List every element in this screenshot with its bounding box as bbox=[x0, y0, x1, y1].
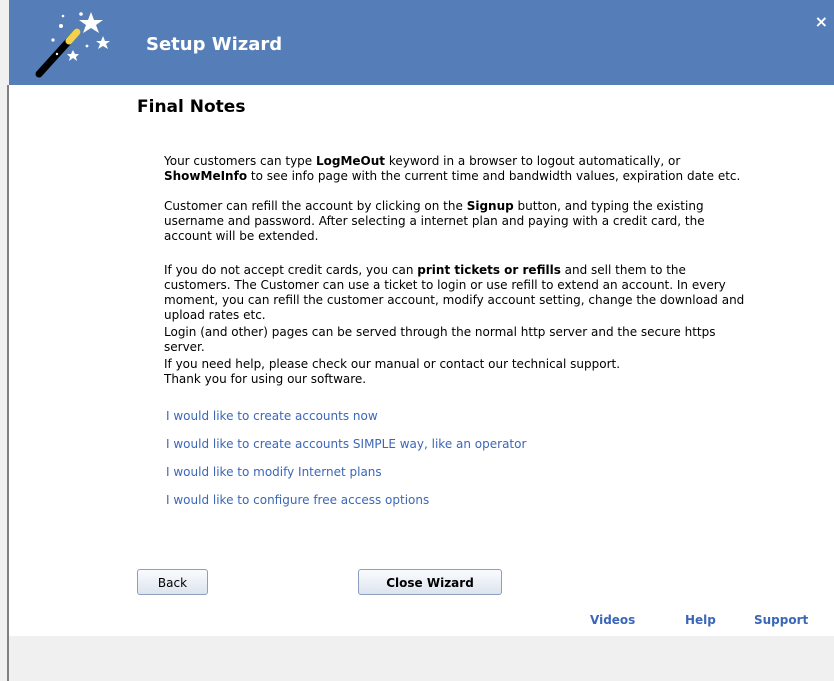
link-modify-internet-plans[interactable]: I would like to modify Internet plans bbox=[166, 465, 382, 479]
footer-strip bbox=[9, 636, 834, 681]
back-button[interactable]: Back bbox=[137, 569, 208, 595]
page-title: Final Notes bbox=[137, 97, 246, 117]
wizard-content: Final Notes Your customers can type LogM… bbox=[9, 85, 834, 636]
link-configure-free-access[interactable]: I would like to configure free access op… bbox=[166, 493, 429, 507]
p2-text-1: Customer can refill the account by click… bbox=[164, 199, 467, 213]
magic-wand-icon bbox=[35, 12, 110, 78]
wizard-header: Setup Wizard × bbox=[9, 0, 834, 85]
support-link[interactable]: Support bbox=[754, 613, 808, 627]
print-tickets-keyword: print tickets or refills bbox=[417, 263, 561, 277]
wizard-title: Setup Wizard bbox=[146, 34, 283, 55]
p1-text-3: to see info page with the current time a… bbox=[247, 169, 741, 183]
close-wizard-button[interactable]: Close Wizard bbox=[358, 569, 502, 595]
https-info-paragraph: Login (and other) pages can be served th… bbox=[164, 325, 716, 354]
help-link[interactable]: Help bbox=[685, 613, 716, 627]
logmeout-keyword: LogMeOut bbox=[316, 154, 386, 168]
videos-link[interactable]: Videos bbox=[590, 613, 635, 627]
help-info-paragraph: If you need help, please check our manua… bbox=[164, 357, 754, 387]
link-create-accounts[interactable]: I would like to create accounts now bbox=[166, 409, 378, 423]
refill-info-paragraph: Customer can refill the account by click… bbox=[164, 199, 754, 244]
p1-text-2: keyword in a browser to logout automatic… bbox=[385, 154, 681, 168]
logout-info-paragraph: Your customers can type LogMeOut keyword… bbox=[164, 154, 754, 184]
help-line: If you need help, please check our manua… bbox=[164, 357, 621, 371]
p3-text-1: If you do not accept credit cards, you c… bbox=[164, 263, 418, 277]
setup-wizard-window: Setup Wizard × Final Notes Your customer… bbox=[0, 0, 834, 681]
showmeinfo-keyword: ShowMeInfo bbox=[164, 169, 248, 183]
thank-you-line: Thank you for using our software. bbox=[164, 372, 367, 386]
close-icon[interactable]: × bbox=[815, 12, 828, 31]
tickets-info-paragraph: If you do not accept credit cards, you c… bbox=[164, 263, 754, 323]
link-create-accounts-simple[interactable]: I would like to create accounts SIMPLE w… bbox=[166, 437, 526, 451]
p1-text-1: Your customers can type bbox=[164, 154, 316, 168]
signup-keyword: Signup bbox=[466, 199, 514, 213]
